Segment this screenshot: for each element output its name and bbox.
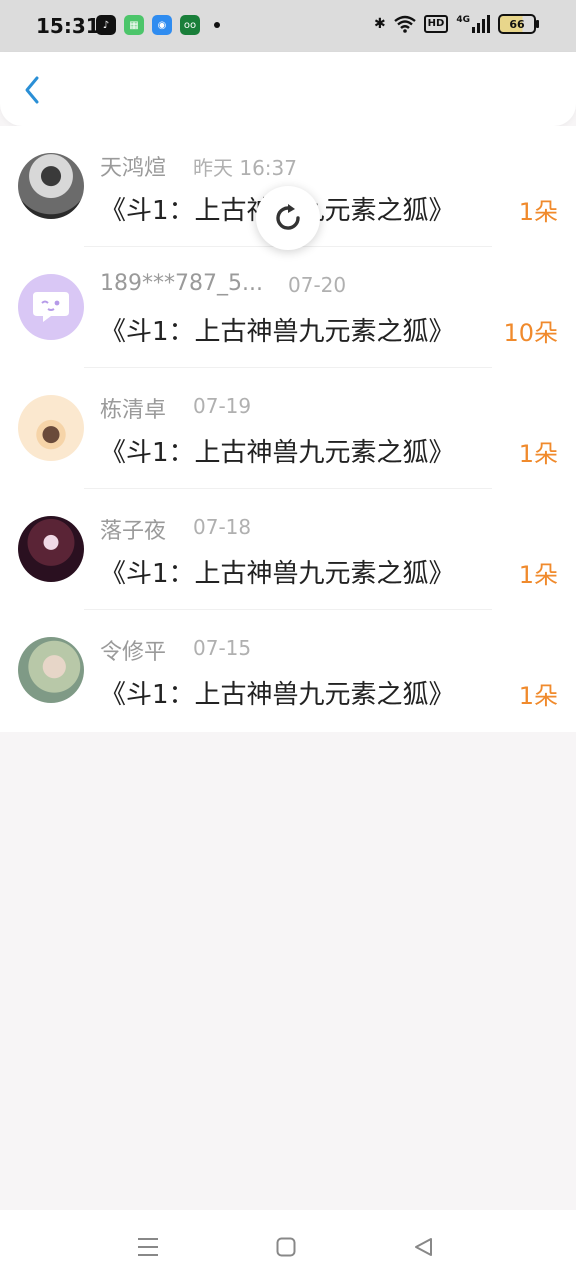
list-item[interactable]: 落子夜 07-18 《斗1：上古神兽九元素之狐》 1朵 <box>0 489 576 610</box>
record-date: 昨天 16:37 <box>193 156 297 180</box>
record-date: 07-15 <box>193 636 252 660</box>
back-triangle-icon <box>415 1238 432 1256</box>
user-name: 栋清卓 <box>100 398 167 423</box>
back-nav-button[interactable] <box>408 1232 438 1262</box>
avatar <box>18 395 84 461</box>
back-button[interactable] <box>14 72 50 108</box>
flower-count: 1朵 <box>518 682 558 710</box>
bluetooth-icon: ✱ <box>373 16 386 32</box>
system-nav-bar <box>0 1210 576 1280</box>
home-button[interactable] <box>271 1232 301 1262</box>
browser-icon: ◉ <box>152 15 172 35</box>
signal-icon: 4G <box>456 15 490 33</box>
battery-icon: 66 <box>498 14 539 34</box>
record-date: 07-18 <box>193 515 252 539</box>
menu-icon <box>138 1238 158 1256</box>
page-header <box>0 52 576 126</box>
avatar <box>18 274 84 340</box>
user-name: 天鸿煊 <box>100 156 167 181</box>
book-title: 《斗1：上古神兽九元素之狐》 <box>100 438 455 468</box>
flower-count: 1朵 <box>518 561 558 589</box>
user-name: 189***787_5... <box>100 271 263 296</box>
notification-dot-icon <box>214 22 220 28</box>
list-item[interactable]: 栋清卓 07-19 《斗1：上古神兽九元素之狐》 1朵 <box>0 368 576 489</box>
user-name: 落子夜 <box>100 519 167 544</box>
avatar <box>18 516 84 582</box>
chat-bubble-icon <box>33 292 69 322</box>
book-title: 《斗1：上古神兽九元素之狐》 <box>100 559 455 589</box>
refresh-indicator <box>256 186 320 250</box>
book-title: 《斗1：上古神兽九元素之狐》 <box>100 317 455 347</box>
grocery-app-icon: ▦ <box>124 15 144 35</box>
user-name: 令修平 <box>100 640 167 665</box>
wifi-icon <box>393 15 416 33</box>
oppo-app-icon: oo <box>180 15 200 35</box>
network-label: 4G <box>456 15 470 25</box>
status-app-icons: ♪ ▦ ◉ oo <box>96 15 220 35</box>
record-date: 07-19 <box>193 394 252 418</box>
flower-count: 10朵 <box>503 319 558 347</box>
hd-badge: HD <box>423 15 449 33</box>
flower-count: 1朵 <box>518 198 558 226</box>
list-item[interactable]: 189***787_5... 07-20 《斗1：上古神兽九元素之狐》 10朵 <box>0 247 576 368</box>
avatar <box>18 153 84 219</box>
status-time: 15:31 <box>36 14 100 38</box>
avatar <box>18 637 84 703</box>
tiktok-icon: ♪ <box>96 15 116 35</box>
flower-count: 1朵 <box>518 440 558 468</box>
list-item[interactable]: 令修平 07-15 《斗1：上古神兽九元素之狐》 1朵 <box>0 610 576 731</box>
status-indicators: ✱ HD 4G 66 <box>373 14 539 34</box>
record-date: 07-20 <box>288 273 347 297</box>
menu-button[interactable] <box>133 1232 163 1262</box>
home-square-icon <box>276 1237 296 1257</box>
book-title: 《斗1：上古神兽九元素之狐》 <box>100 680 455 710</box>
status-bar: 15:31 ♪ ▦ ◉ oo ✱ HD 4G 66 <box>0 0 576 52</box>
battery-level: 66 <box>509 17 525 31</box>
chevron-left-icon <box>25 76 39 104</box>
refresh-icon <box>276 204 300 230</box>
